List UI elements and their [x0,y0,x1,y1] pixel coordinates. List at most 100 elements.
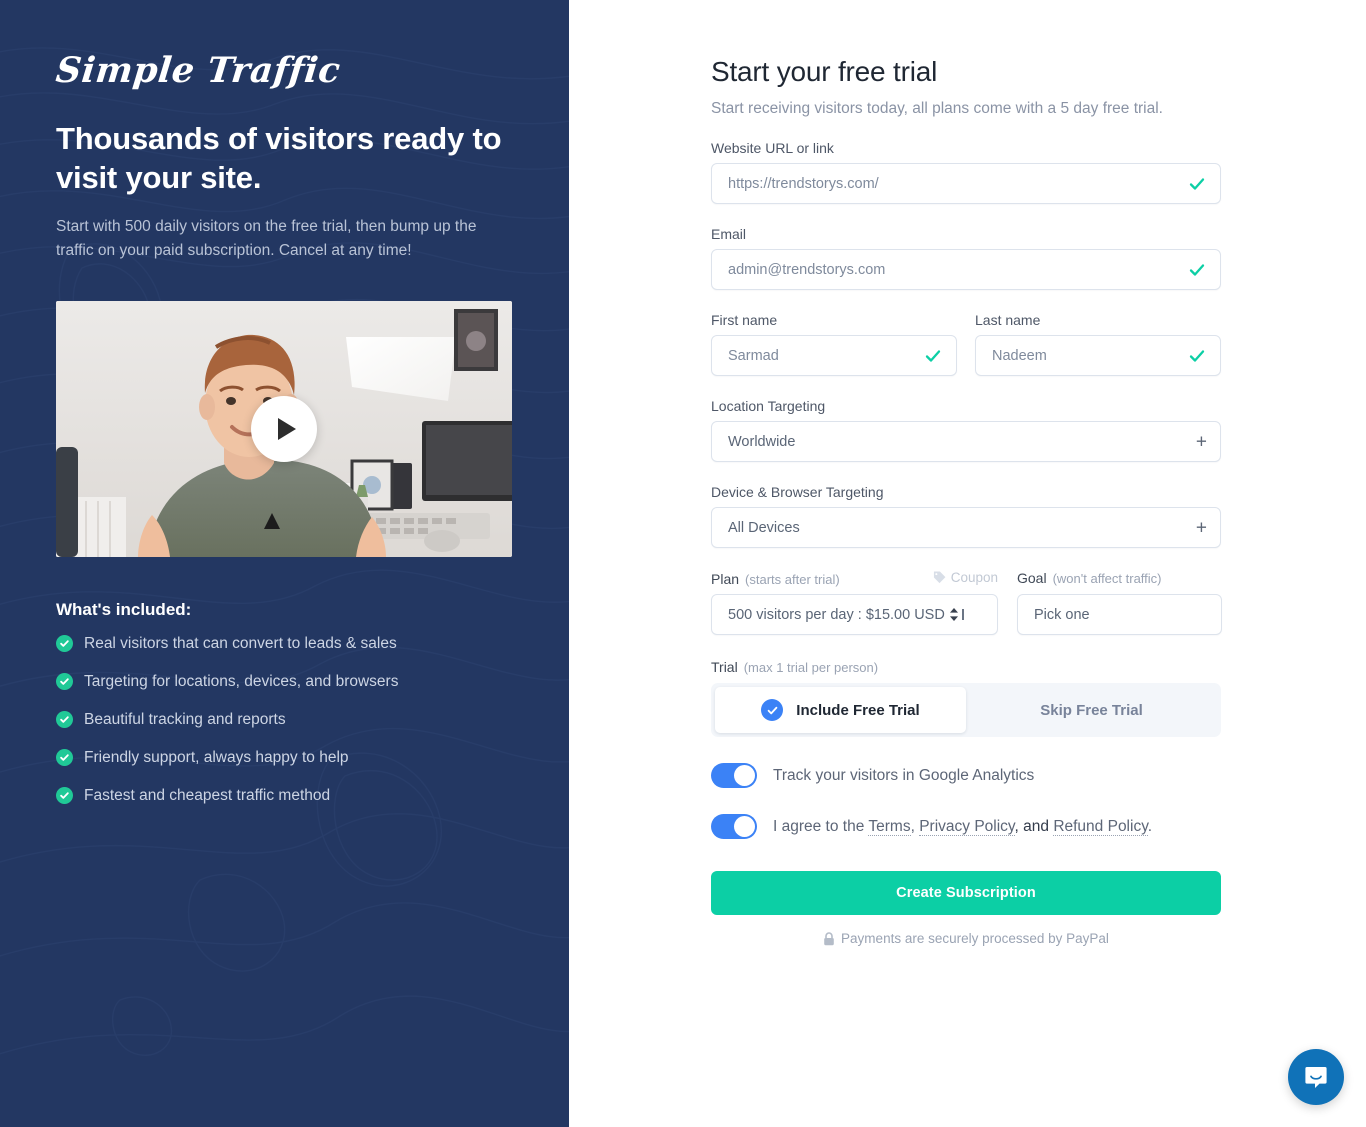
website-url-input[interactable]: https://trendstorys.com/ [711,163,1221,204]
goal-note: (won't affect traffic) [1052,571,1162,586]
agree-sep2: , and [1014,817,1054,835]
page-subtitle: Start receiving visitors today, all plan… [711,100,1163,117]
trial-field: Trial (max 1 trial per person) Include F… [711,659,1221,737]
goal-label: Goal [1017,570,1047,586]
chat-launcher-button[interactable] [1288,1049,1344,1105]
terms-agreement-toggle[interactable] [711,814,757,839]
website-url-label: Website URL or link [711,140,834,156]
name-fields-row: First name Sarmad Last name Nadeem [711,312,1221,376]
plan-label: Plan [711,571,740,587]
coupon-button[interactable]: Coupon [933,570,998,585]
promo-video-thumbnail[interactable] [56,300,512,557]
email-label: Email [711,226,747,242]
marketing-content: Simple Traffic Thousands of visitors rea… [0,0,569,805]
lock-icon [824,931,834,945]
google-analytics-toggle[interactable] [711,763,757,788]
trial-label: Trial [711,659,738,675]
refund-policy-link[interactable]: Refund Policy [1053,817,1148,836]
check-circle-icon [56,787,73,805]
check-circle-icon [56,711,73,729]
email-input[interactable]: admin@trendstorys.com [711,249,1221,290]
location-targeting-input[interactable]: Worldwide + [711,421,1221,462]
check-circle-icon [56,749,73,767]
device-targeting-field: Device & Browser Targeting All Devices + [711,484,1221,548]
valid-check-icon [924,347,942,365]
website-url-field: Website URL or link https://trendstorys.… [711,140,1221,204]
toggle-knob [734,765,755,786]
list-item: Fastest and cheapest traffic method [56,787,513,805]
first-name-field: First name Sarmad [711,312,957,376]
check-circle-icon [56,673,73,691]
plan-select[interactable]: 500 visitors per day : $15.00 USD [711,594,998,635]
last-name-field: Last name Nadeem [975,312,1221,376]
privacy-policy-link[interactable]: Privacy Policy [919,817,1015,836]
include-free-trial-option[interactable]: Include Free Trial [715,687,966,733]
device-targeting-input[interactable]: All Devices + [711,507,1221,548]
first-name-value: Sarmad [728,347,779,364]
valid-check-icon [1188,261,1206,279]
terms-agreement-text: I agree to the Terms, Privacy Policy, an… [773,817,1153,836]
play-triangle-icon [277,417,296,440]
device-targeting-label: Device & Browser Targeting [711,484,884,500]
feature-label: Beautiful tracking and reports [84,710,286,728]
location-targeting-field: Location Targeting Worldwide + [711,398,1221,462]
first-name-label: First name [711,312,778,328]
email-field: Email admin@trendstorys.com [711,226,1221,290]
page-title: Start your free trial [711,56,938,87]
email-value: admin@trendstorys.com [728,261,886,278]
coupon-label: Coupon [950,570,998,585]
list-item: Targeting for locations, devices, and br… [56,673,513,691]
location-targeting-value: Worldwide [728,433,796,450]
check-circle-icon [56,635,73,653]
plan-field: Plan (starts after trial) Coupon 500 vis… [711,570,998,635]
whats-included-title: What's included: [56,599,192,619]
marketing-subheadline: Start with 500 daily visitors on the fre… [56,217,477,260]
skip-free-trial-label: Skip Free Trial [1040,701,1143,719]
first-name-input[interactable]: Sarmad [711,335,957,376]
location-targeting-label: Location Targeting [711,398,826,414]
tag-icon [933,571,946,584]
marketing-panel: Simple Traffic Thousands of visitors rea… [0,0,569,1127]
paypal-security-note: Payments are securely processed by PayPa… [711,931,1221,946]
last-name-label: Last name [975,312,1041,328]
marketing-headline: Thousands of visitors ready to visit you… [56,120,502,196]
last-name-input[interactable]: Nadeem [975,335,1221,376]
brand-logo: Simple Traffic [53,50,343,91]
device-targeting-value: All Devices [728,519,800,536]
select-updown-icon [949,607,959,622]
trial-note: (max 1 trial per person) [743,660,879,675]
website-url-value: https://trendstorys.com/ [728,175,879,192]
signup-form: Start your free trial Start receiving vi… [569,0,1222,946]
add-device-icon[interactable]: + [1196,518,1207,537]
create-subscription-button[interactable]: Create Subscription [711,871,1221,915]
goal-select[interactable]: Pick one [1017,594,1222,635]
signup-page: Simple Traffic Thousands of visitors rea… [0,0,1366,1127]
paypal-note-label: Payments are securely processed by PayPa… [841,931,1109,946]
plan-goal-row: Plan (starts after trial) Coupon 500 vis… [711,570,1222,635]
last-name-value: Nadeem [992,347,1047,364]
agree-suffix: . [1147,817,1153,835]
agree-prefix: I agree to the [773,817,869,835]
chat-bubble-icon [1305,1067,1327,1088]
include-free-trial-label: Include Free Trial [796,701,920,719]
valid-check-icon [1188,175,1206,193]
signup-form-panel: Start your free trial Start receiving vi… [569,0,1366,1127]
feature-label: Real visitors that can convert to leads … [84,634,397,652]
terms-link[interactable]: Terms [868,817,911,836]
feature-label: Targeting for locations, devices, and br… [84,672,399,690]
plan-value: 500 visitors per day : $15.00 USD [728,606,945,623]
play-button[interactable] [251,395,317,462]
feature-label: Fastest and cheapest traffic method [84,786,331,804]
goal-label-line: Goal (won't affect traffic) [1017,570,1222,587]
google-analytics-toggle-row: Track your visitors in Google Analytics [711,763,1221,788]
goal-value: Pick one [1034,606,1090,623]
valid-check-icon [1188,347,1206,365]
skip-free-trial-option[interactable]: Skip Free Trial [966,687,1217,733]
list-item: Friendly support, always happy to help [56,749,513,767]
plan-note: (starts after trial) [745,572,840,587]
selected-check-icon [761,699,784,721]
select-edge-clip [961,609,964,620]
google-analytics-label: Track your visitors in Google Analytics [773,766,1035,784]
add-location-icon[interactable]: + [1196,432,1207,451]
trial-label-line: Trial (max 1 trial per person) [711,659,1221,676]
